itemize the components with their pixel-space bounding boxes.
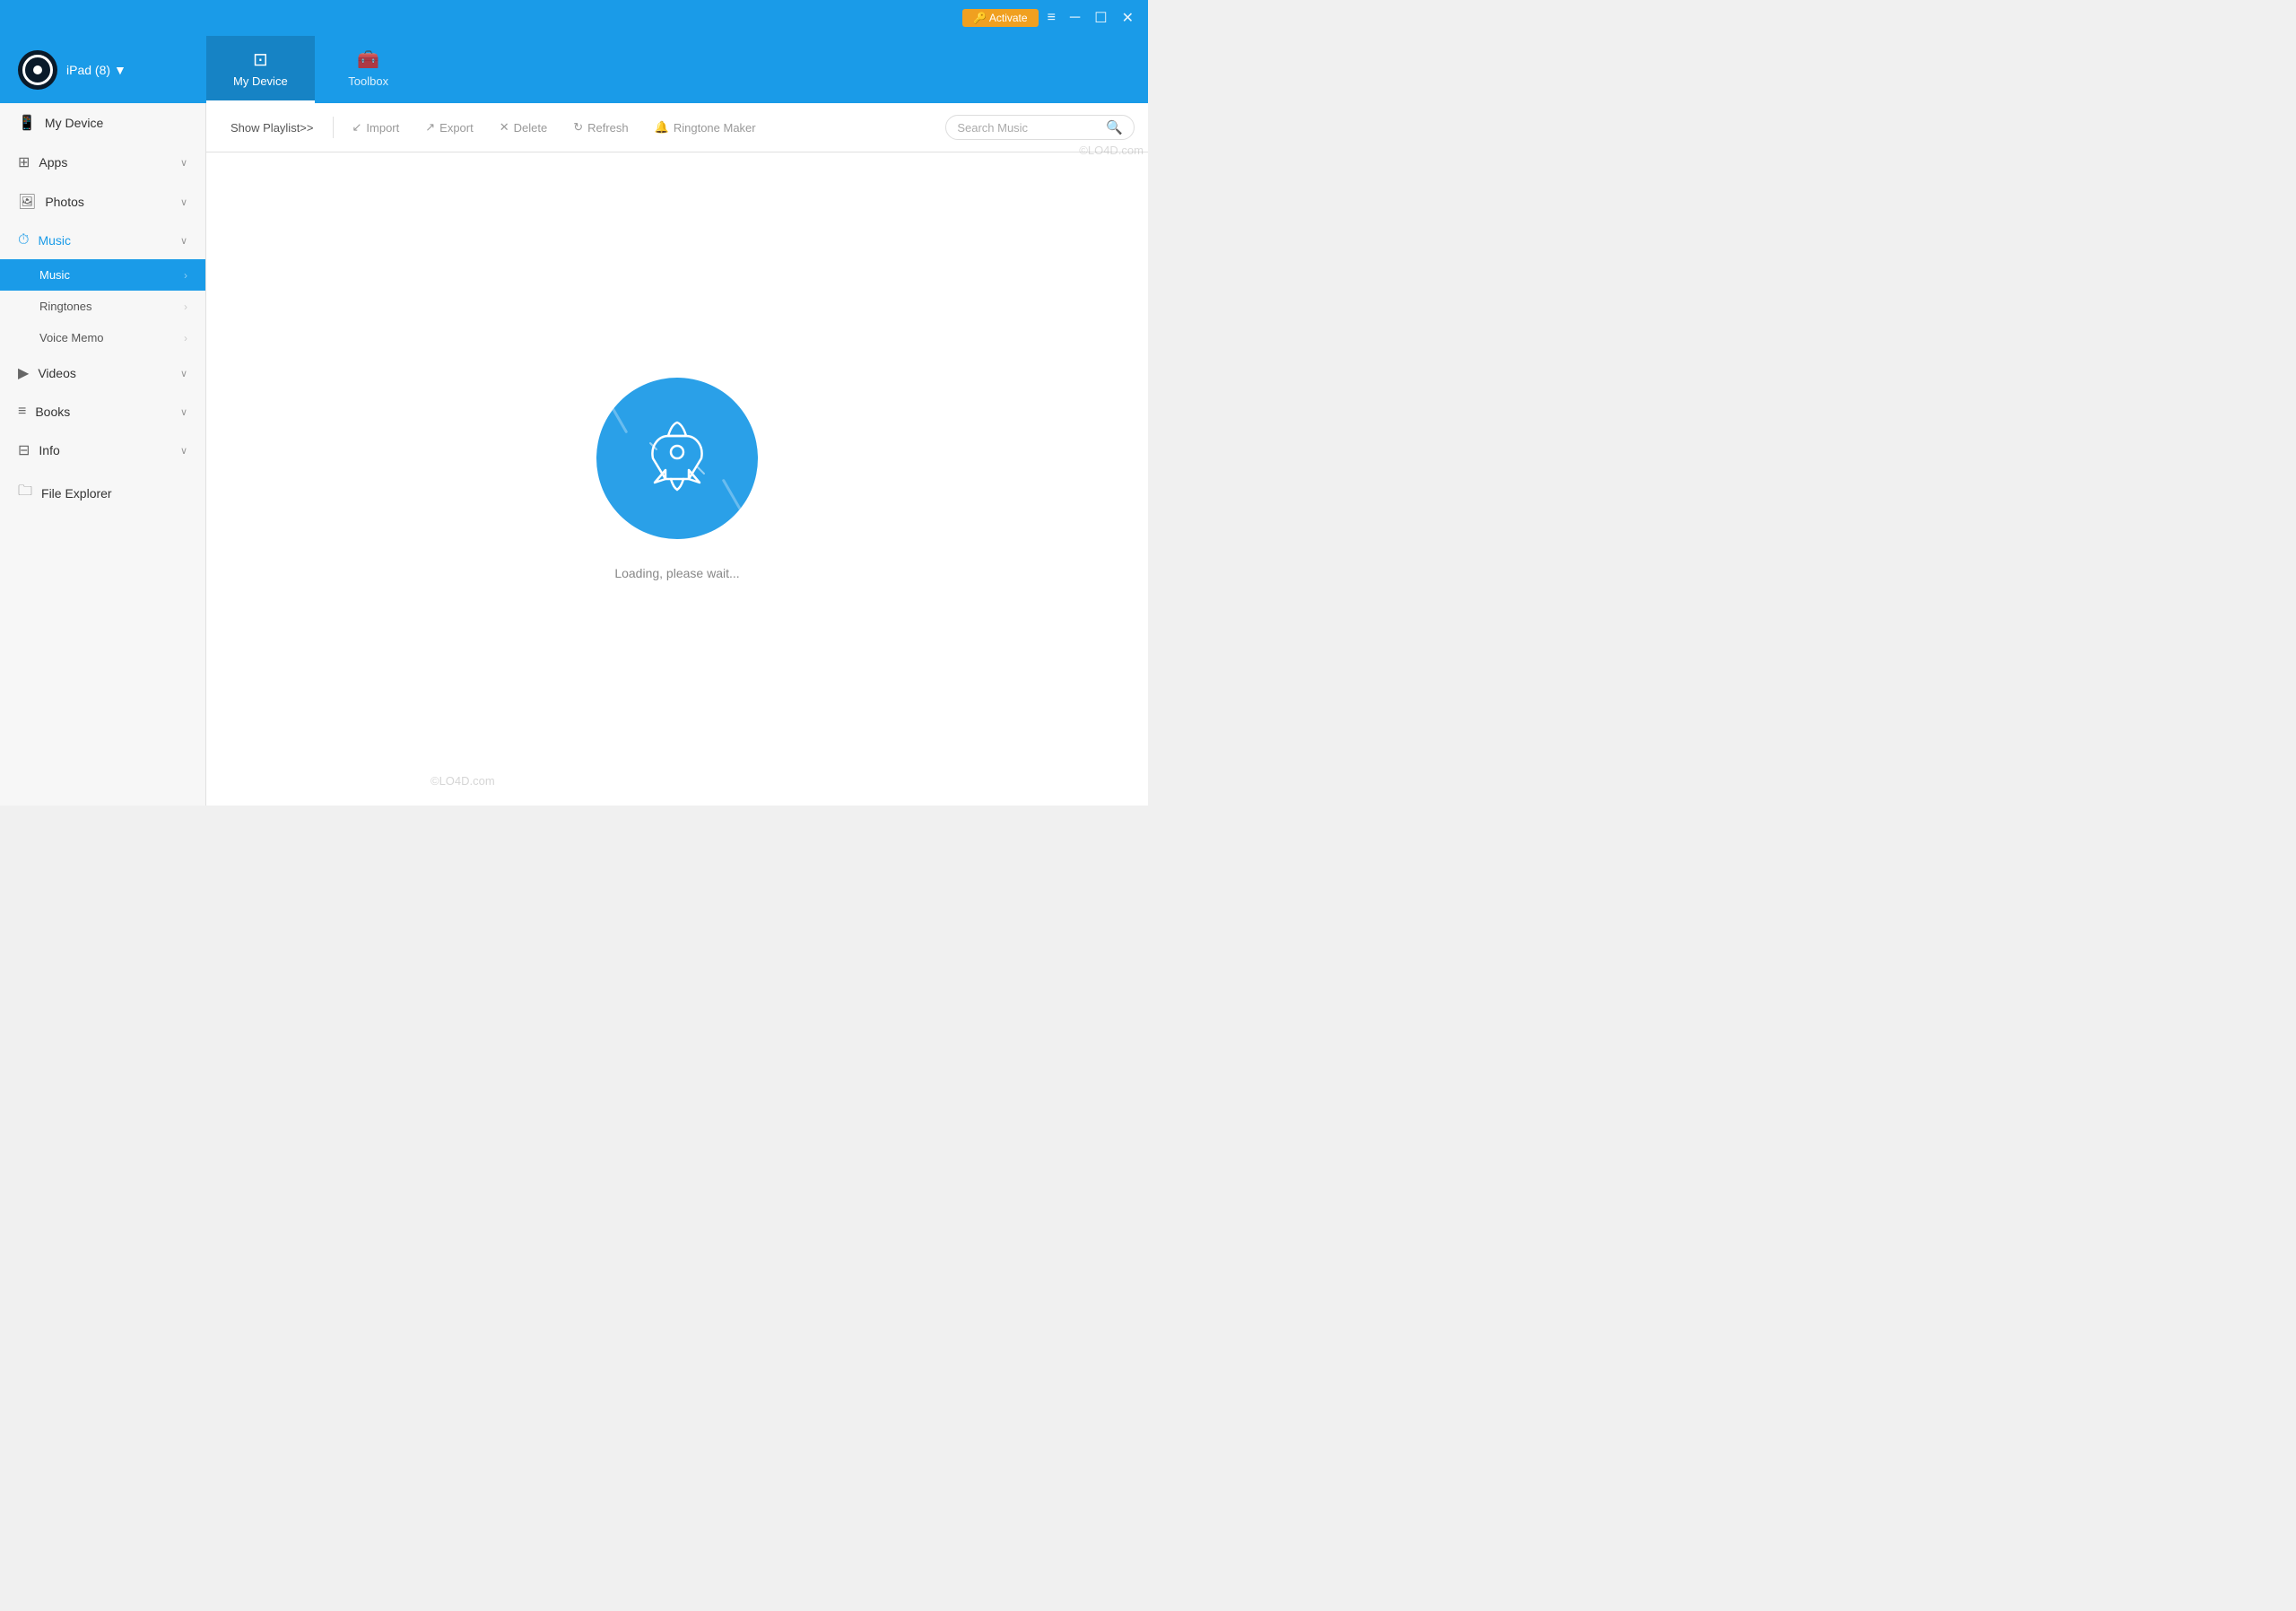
rocket-illustration [596, 378, 758, 539]
apps-chevron: ∨ [180, 157, 187, 169]
refresh-label: Refresh [587, 121, 629, 135]
ringtone-icon: 🔔 [655, 120, 669, 135]
sidebar-item-my-device-label: My Device [45, 116, 103, 130]
minimize-icon[interactable]: ─ [1065, 6, 1085, 30]
sidebar-item-file-explorer[interactable]: 🗀 File Explorer [0, 470, 205, 516]
device-selector[interactable]: iPad (8) ▼ [66, 63, 126, 77]
videos-icon: ▶ [18, 364, 29, 382]
books-chevron: ∨ [180, 406, 187, 418]
photos-icon: 🖼 [18, 193, 36, 211]
menu-icon[interactable]: ≡ [1042, 6, 1061, 30]
export-icon: ↗ [425, 120, 435, 135]
sidebar-item-my-device[interactable]: 📱 My Device [0, 103, 205, 143]
file-explorer-icon: 🗀 [18, 481, 32, 505]
import-button[interactable]: ↙ Import [342, 115, 411, 140]
main-content: Loading, please wait... ©LO4D.com [206, 152, 1148, 806]
photos-chevron: ∨ [180, 196, 187, 208]
show-playlist-label: Show Playlist>> [230, 121, 314, 135]
watermark-bottom: ©LO4D.com [430, 774, 495, 788]
maximize-icon[interactable]: ☐ [1089, 5, 1112, 30]
music-chevron: ∨ [180, 235, 187, 247]
sidebar-item-music-label: Music [38, 233, 71, 248]
search-box: 🔍 [945, 115, 1135, 140]
sidebar-item-photos-label: Photos [45, 195, 84, 209]
refresh-icon: ↻ [573, 120, 583, 135]
search-icon[interactable]: 🔍 [1106, 119, 1123, 135]
sidebar-item-file-explorer-label: File Explorer [41, 486, 112, 501]
delete-icon: ✕ [500, 120, 509, 135]
device-name-label: iPad (8) [66, 63, 110, 77]
ringtones-sub-arrow: › [184, 300, 187, 313]
device-dropdown-icon: ▼ [114, 63, 126, 77]
sidebar: 📱 My Device ⊞ Apps ∨ 🖼 Photos ∨ ⏱ Music … [0, 103, 206, 806]
my-device-icon: 📱 [18, 114, 36, 132]
export-button[interactable]: ↗ Export [414, 115, 483, 140]
export-label: Export [439, 121, 474, 135]
books-icon: ≡ [18, 404, 26, 420]
my-device-tab-label: My Device [233, 74, 288, 88]
tab-toolbox[interactable]: 🧰 Toolbox [315, 36, 422, 103]
ringtone-maker-button[interactable]: 🔔 Ringtone Maker [644, 115, 767, 140]
tab-my-device[interactable]: ⊡ My Device [206, 36, 315, 103]
videos-chevron: ∨ [180, 368, 187, 379]
apps-icon: ⊞ [18, 153, 30, 171]
toolbar-separator-1 [333, 117, 334, 138]
loading-text: Loading, please wait... [614, 566, 739, 580]
sidebar-item-info-label: Info [39, 443, 59, 457]
sidebar-sub-item-music[interactable]: Music › [0, 259, 205, 291]
sidebar-sub-item-ringtones[interactable]: Ringtones › [0, 291, 205, 322]
app-logo [18, 50, 57, 90]
delete-button[interactable]: ✕ Delete [489, 115, 558, 140]
nav-tabs: ⊡ My Device 🧰 Toolbox [206, 36, 422, 103]
refresh-button[interactable]: ↻ Refresh [562, 115, 639, 140]
sidebar-item-music-parent[interactable]: ⏱ Music ∨ [0, 222, 205, 259]
loading-area: Loading, please wait... [596, 378, 758, 580]
sidebar-sub-item-voice-memo[interactable]: Voice Memo › [0, 322, 205, 353]
logo-area: iPad (8) ▼ [0, 36, 206, 103]
header: iPad (8) ▼ ⊡ My Device 🧰 Toolbox [0, 36, 1148, 103]
toolbox-tab-label: Toolbox [348, 74, 388, 88]
delete-label: Delete [514, 121, 548, 135]
music-sub-arrow: › [184, 269, 187, 282]
activate-button[interactable]: 🔑 Activate [962, 9, 1038, 27]
sidebar-item-photos[interactable]: 🖼 Photos ∨ [0, 182, 205, 222]
voice-memo-sub-arrow: › [184, 332, 187, 344]
toolbar: Show Playlist>> ↙ Import ↗ Export ✕ Dele… [206, 103, 1148, 152]
sidebar-item-videos-label: Videos [38, 366, 76, 380]
show-playlist-button[interactable]: Show Playlist>> [220, 116, 325, 140]
sidebar-item-videos[interactable]: ▶ Videos ∨ [0, 353, 205, 393]
info-icon: ⊟ [18, 441, 30, 459]
toolbox-tab-icon: 🧰 [357, 48, 379, 71]
sidebar-item-apps[interactable]: ⊞ Apps ∨ [0, 143, 205, 182]
import-icon: ↙ [352, 120, 362, 135]
sidebar-item-books-label: Books [35, 405, 70, 419]
music-icon: ⏱ [18, 232, 29, 248]
info-chevron: ∨ [180, 445, 187, 457]
close-icon[interactable]: ✕ [1117, 5, 1139, 30]
sidebar-item-books[interactable]: ≡ Books ∨ [0, 393, 205, 431]
voice-memo-sub-label: Voice Memo [39, 331, 104, 344]
import-label: Import [366, 121, 399, 135]
rocket-svg [637, 418, 718, 499]
my-device-tab-icon: ⊡ [253, 48, 268, 71]
sidebar-item-apps-label: Apps [39, 155, 67, 170]
music-sub-label: Music [39, 268, 70, 282]
titlebar: 🔑 Activate ≡ ─ ☐ ✕ [0, 0, 1148, 36]
search-input[interactable] [957, 121, 1100, 135]
ringtones-sub-label: Ringtones [39, 300, 92, 313]
ringtone-maker-label: Ringtone Maker [674, 121, 756, 135]
sidebar-item-info[interactable]: ⊟ Info ∨ [0, 431, 205, 470]
